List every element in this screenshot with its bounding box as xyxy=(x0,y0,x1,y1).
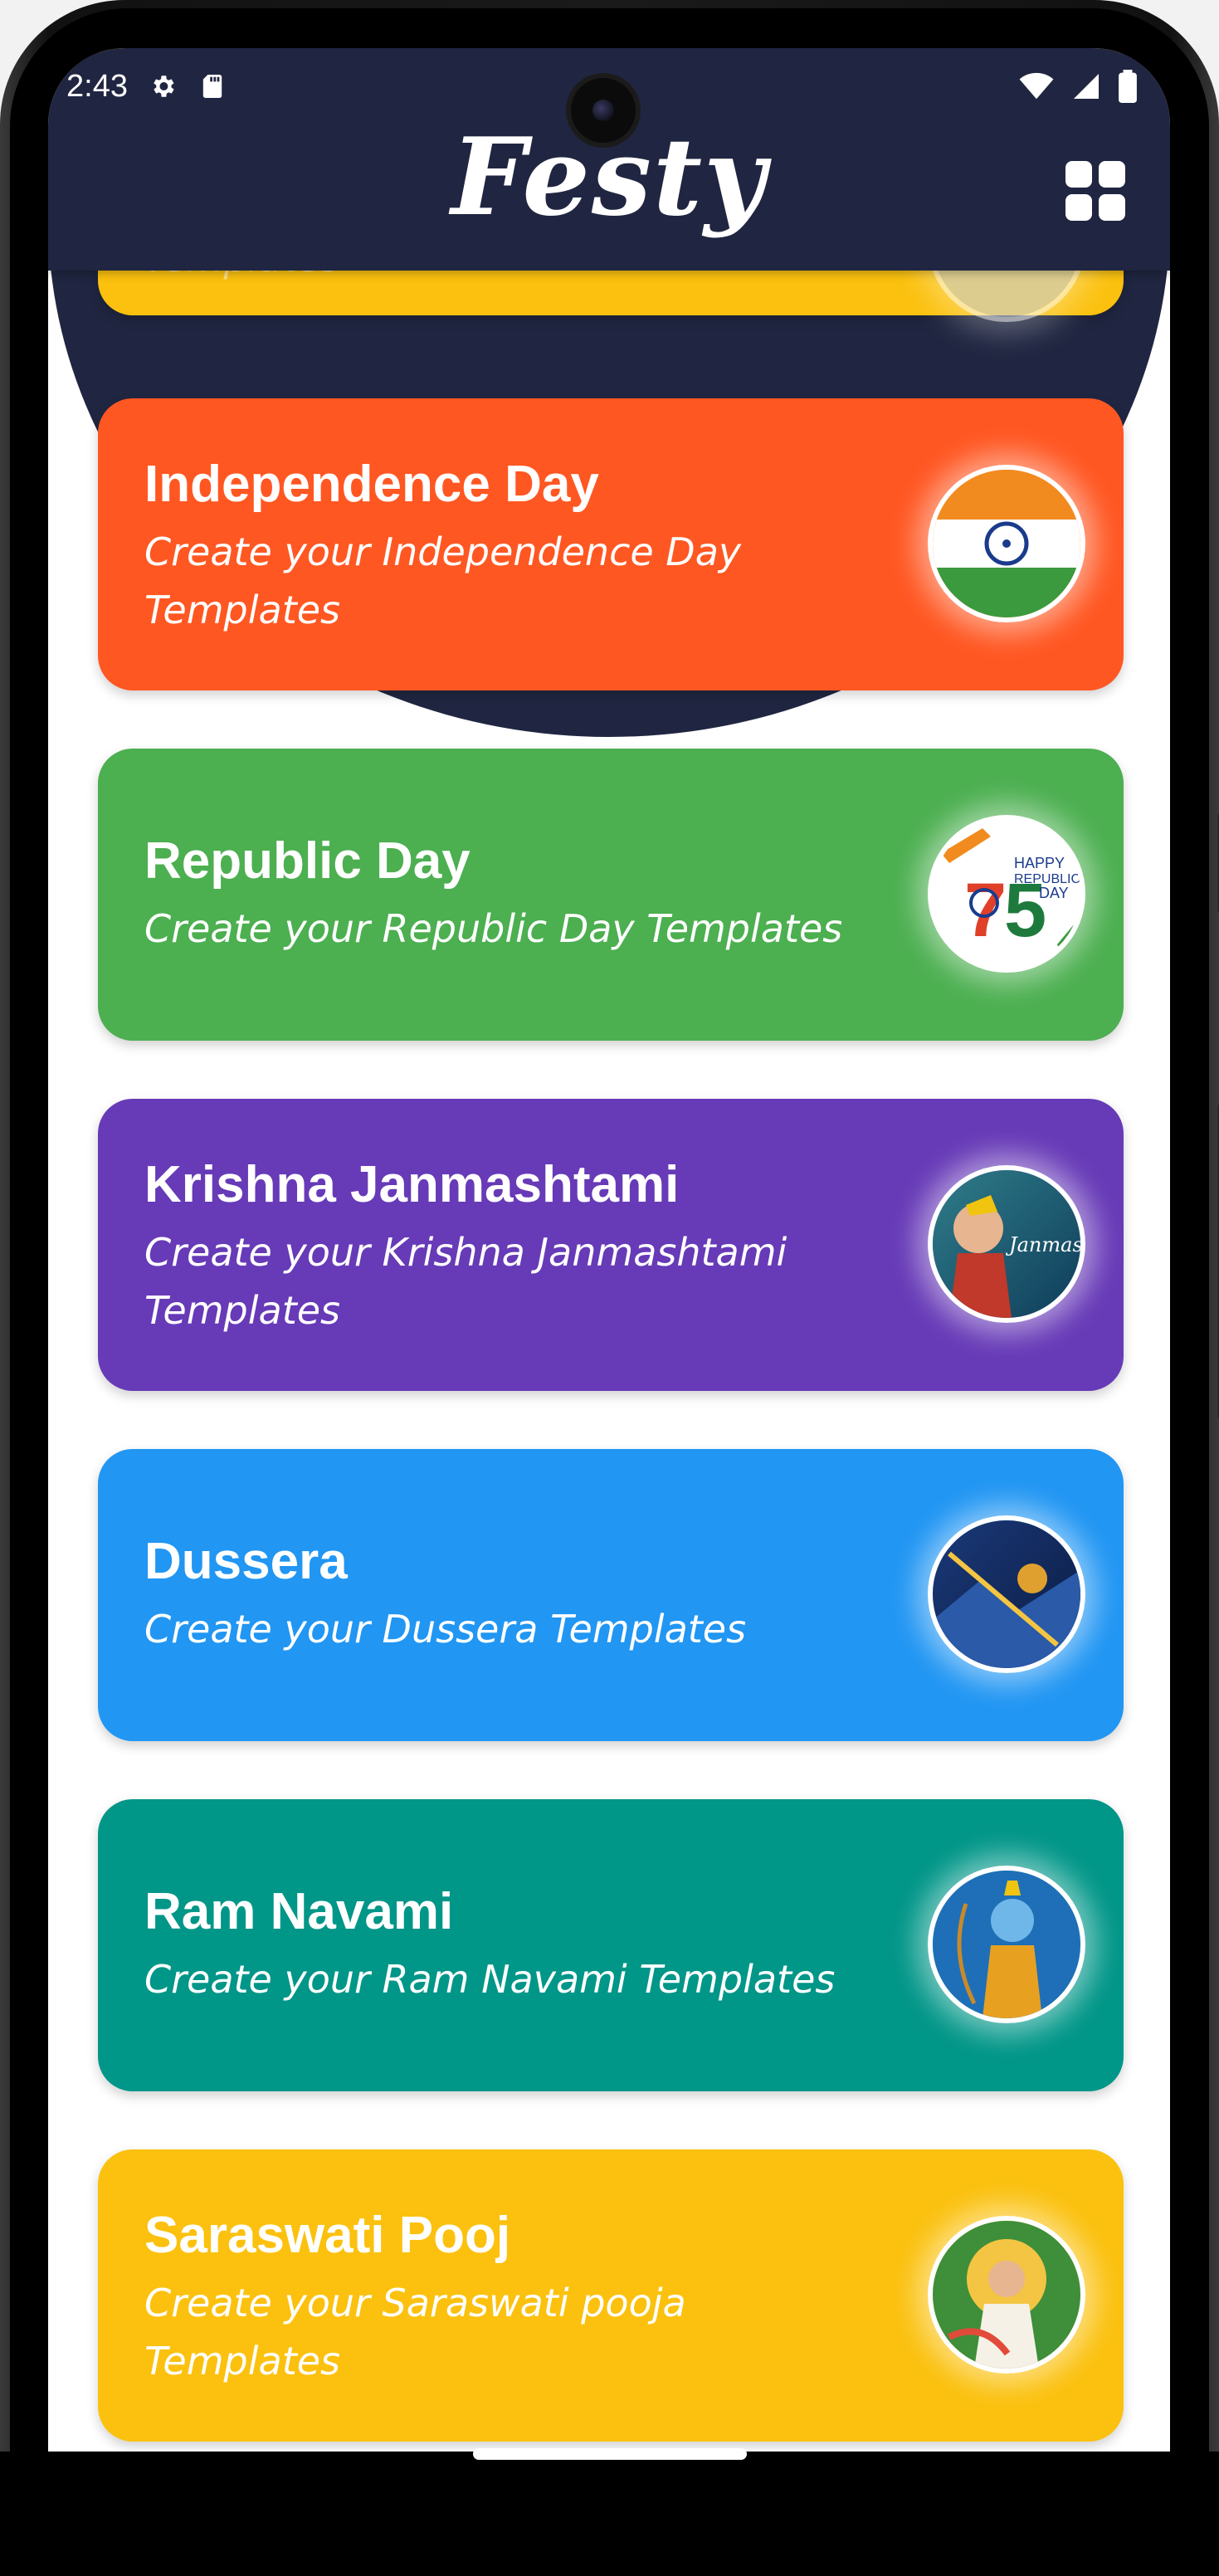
festival-card-independence-day[interactable]: Independence Day Create your Independenc… xyxy=(98,398,1124,690)
card-subtitle: Create your Saraswati pooja Templates xyxy=(144,2281,686,2383)
card-subtitle: Create your Ram Navami Templates xyxy=(144,1957,836,2002)
festival-card-republic-day[interactable]: Republic Day Create your Republic Day Te… xyxy=(98,749,1124,1041)
svg-text:7: 7 xyxy=(964,868,1007,953)
home-gesture-bar[interactable] xyxy=(473,2448,747,2460)
card-title: Dussera xyxy=(144,1533,348,1590)
republic-day-thumbnail: 7 5 HAPPY REPUBLIC DAY xyxy=(928,815,1085,973)
app-logo: Festy xyxy=(451,115,768,240)
svg-text:DAY: DAY xyxy=(1039,885,1069,901)
card-title: Krishna Janmashtami xyxy=(144,1156,680,1213)
card-title: Republic Day xyxy=(144,832,471,890)
krishna-thumbnail: Janmasht xyxy=(928,1165,1085,1323)
card-subtitle: Create your Dussera Templates xyxy=(144,1607,747,1651)
dussera-thumbnail xyxy=(928,1515,1085,1673)
battery-icon xyxy=(1119,70,1137,103)
card-title: Ram Navami xyxy=(144,1883,454,1940)
krishna-icon: Janmasht xyxy=(933,1170,1080,1318)
app-screen: Templates Independence Day Create your I… xyxy=(48,48,1170,2471)
india-flag-thumbnail xyxy=(928,465,1085,622)
sd-card-icon xyxy=(197,71,227,101)
card-title: Independence Day xyxy=(144,456,599,513)
republic-day-icon: 7 5 HAPPY REPUBLIC DAY xyxy=(941,828,1080,961)
india-flag-icon xyxy=(933,470,1080,617)
card-subtitle: Create your Krishna Janmashtami Template… xyxy=(144,1230,787,1333)
card-subtitle: Create your Republic Day Templates xyxy=(144,906,843,951)
ram-thumbnail xyxy=(928,1866,1085,2023)
system-navigation-bar xyxy=(0,2452,1219,2576)
festival-card-krishna-janmashtami[interactable]: Krishna Janmashtami Create your Krishna … xyxy=(98,1099,1124,1391)
saraswati-icon xyxy=(933,2221,1080,2369)
gear-icon xyxy=(148,71,178,101)
cell-signal-icon xyxy=(1074,74,1099,99)
dussera-icon xyxy=(933,1520,1080,1668)
status-time: 2:43 xyxy=(66,68,128,104)
status-right-icons xyxy=(1019,70,1137,103)
app-bar: 2:43 Festy xyxy=(48,48,1170,271)
grid-icon[interactable] xyxy=(1065,161,1125,221)
card-subtitle: Create your Independence Day Templates xyxy=(144,529,742,632)
ram-icon xyxy=(933,1871,1080,2018)
card-title: Saraswati Pooj xyxy=(144,2207,511,2264)
festival-card-dussera[interactable]: Dussera Create your Dussera Templates xyxy=(98,1449,1124,1741)
festival-card-saraswati-pooja[interactable]: Saraswati Pooj Create your Saraswati poo… xyxy=(98,2149,1124,2442)
svg-text:HAPPY: HAPPY xyxy=(1014,855,1065,871)
festival-card-ram-navami[interactable]: Ram Navami Create your Ram Navami Templa… xyxy=(98,1799,1124,2091)
wifi-icon xyxy=(1019,72,1054,100)
saraswati-thumbnail xyxy=(928,2216,1085,2374)
svg-text:Janmasht: Janmasht xyxy=(1005,1233,1080,1256)
